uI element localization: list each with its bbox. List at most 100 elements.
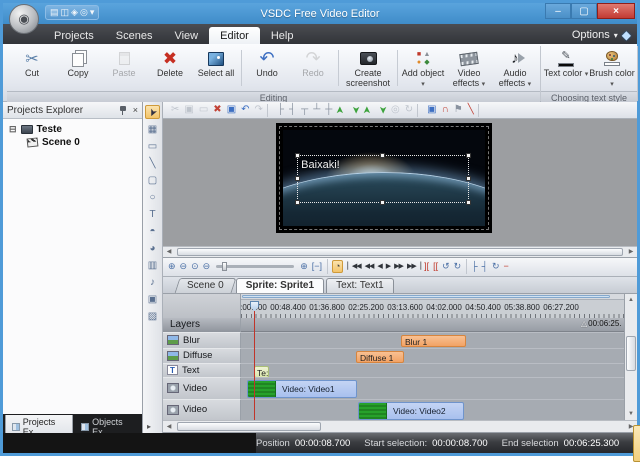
remove-layer-icon[interactable]: ┤ [482, 262, 488, 271]
layer-row-text[interactable]: T Text Te: [163, 363, 624, 377]
add-object-button[interactable]: ■ ▲ ● ◆ Add object ▾ [400, 47, 446, 89]
cut-button[interactable]: ✂ Cut [9, 47, 55, 89]
menu-projects[interactable]: Projects [43, 27, 105, 44]
scroll-left-icon[interactable]: ◀ [163, 248, 175, 255]
loop-forward-icon[interactable]: ↻ [454, 262, 462, 271]
create-screenshot-button[interactable]: Create screenshot [341, 47, 395, 89]
tab-sprite1[interactable]: Sprite: Sprite1 [236, 278, 324, 293]
selection-box[interactable] [297, 155, 469, 203]
layer-row-diffuse[interactable]: Diffuse Diffuse 1 [163, 348, 624, 363]
menu-help[interactable]: Help [260, 27, 305, 44]
copy-icon[interactable]: ▣ [184, 105, 193, 115]
clip-blur1[interactable]: Blur 1 [401, 335, 466, 347]
select-all-icon[interactable]: ▣ [227, 105, 236, 115]
handle-bottom-left[interactable] [295, 200, 300, 205]
end-selection-marker[interactable]: △ 00:06:25. [581, 319, 622, 328]
zoom-in-icon[interactable]: ⊕ [168, 262, 176, 271]
paste-icon[interactable]: ▭ [199, 105, 208, 115]
close-button[interactable]: × [597, 3, 635, 19]
align-top-icon[interactable]: ┬ [301, 105, 308, 115]
scroll-left-icon[interactable]: ◀ [163, 423, 175, 430]
maximize-button[interactable]: ▢ [571, 3, 597, 19]
minimize-button[interactable]: – [545, 3, 571, 19]
select-all-button[interactable]: Select all [193, 47, 239, 89]
align-center-icon[interactable]: ┼ [325, 105, 332, 115]
send-backward-icon[interactable]: ➤ [378, 105, 386, 115]
handle-bottom-center[interactable] [380, 200, 385, 205]
move-down-icon[interactable]: ➤ [351, 105, 359, 115]
insert-layer-icon[interactable]: ├ [471, 262, 477, 271]
timeline-zoom-slider[interactable] [216, 265, 294, 268]
zoom-out-icon[interactable]: ⊖ [180, 262, 188, 271]
brush-color-button[interactable]: Brush color ▾ [589, 47, 635, 89]
menu-scenes[interactable]: Scenes [105, 27, 164, 44]
magnet-icon[interactable]: ∩ [442, 105, 449, 115]
timeline-hscrollbar[interactable]: ◀ ▶ [163, 420, 637, 433]
tab-text1[interactable]: Text: Text1 [326, 278, 394, 293]
image-tool[interactable]: ▨ [145, 309, 160, 323]
qat-dropdown-icon[interactable]: ▾ [90, 7, 95, 18]
ruler-scrollbar[interactable] [241, 294, 624, 300]
layer-row-blur[interactable]: Blur Blur 1 [163, 332, 624, 348]
ellipse-tool[interactable]: ○ [145, 190, 160, 204]
scroll-up-icon[interactable]: ▲ [625, 294, 637, 306]
tree-node-scene[interactable]: Scene 0 [5, 136, 140, 149]
layer-icon[interactable]: ▣ [427, 105, 436, 115]
zoom-fit-icon[interactable]: [−] [312, 262, 322, 271]
redo-icon[interactable]: ↷ [255, 105, 263, 115]
app-logo-icon[interactable]: ◉ [9, 4, 39, 34]
zoom-slider-plus-icon[interactable]: ⊕ [300, 262, 308, 271]
tree-node-project[interactable]: ⊟ Teste [5, 123, 140, 136]
layer-row-video1[interactable]: Video Video: Video1 [163, 377, 624, 399]
line-tool[interactable]: ╲ [145, 156, 160, 170]
clip-video1[interactable]: Video: Video1 [247, 380, 357, 398]
zoom-slider-thumb[interactable] [222, 262, 227, 271]
align-left-icon[interactable]: ├ [277, 105, 284, 115]
loop-back-icon[interactable]: ↺ [442, 262, 450, 271]
step-forward-icon[interactable]: ▶ [386, 263, 390, 270]
layer-row-video2[interactable]: Video Video: Video2 [163, 399, 624, 421]
handle-bottom-right[interactable] [466, 200, 471, 205]
export-icon[interactable]: ◈ [71, 7, 78, 18]
timeline-ruler[interactable]: 00:00.000 00:48.400 01:36.800 02:25.200 … [241, 294, 624, 318]
preview-icon[interactable]: ◎ [80, 7, 88, 18]
new-project-icon[interactable]: ▤ [50, 7, 59, 18]
copy-button[interactable]: Copy [55, 47, 101, 89]
target-icon[interactable]: ◎ [391, 105, 400, 115]
sprite-tool[interactable]: ▦ [145, 122, 160, 136]
align-right-icon[interactable]: ┤ [289, 105, 296, 115]
video-effects-button[interactable]: Video effects ▾ [446, 47, 492, 89]
text-color-button[interactable]: ✎ Text color ▾ [543, 47, 589, 89]
preview-hscrollbar[interactable]: ◀ ▶ [163, 246, 637, 258]
handle-middle-right[interactable] [466, 176, 471, 181]
redo-button[interactable]: ↷ Redo [290, 47, 336, 89]
skip-to-start-icon[interactable]: ▏◀◀ [347, 263, 360, 270]
undo-icon[interactable]: ↶ [241, 105, 249, 115]
menu-editor[interactable]: Editor [209, 27, 260, 44]
selection-end-icon[interactable]: [[ [433, 262, 438, 271]
pin-icon[interactable] [119, 106, 127, 115]
audio-effects-button[interactable]: ♪ Audio effects ▾ [492, 47, 538, 89]
cursor-tool[interactable]: ➤ [145, 105, 160, 119]
rotate-icon[interactable]: ↻ [405, 105, 413, 115]
curve-editor-icon[interactable]: ↻ [492, 262, 500, 271]
time-display-toggle-icon[interactable]: ◔ [332, 260, 343, 273]
bring-forward-icon[interactable]: ➤ [364, 105, 372, 115]
audio-tool[interactable]: ♪ [145, 275, 160, 289]
zoom-slider-minus-icon[interactable]: ⊖ [203, 262, 211, 271]
fast-forward-icon[interactable]: ▶▶ [394, 263, 403, 270]
counter-tool[interactable]: ◕ [145, 241, 160, 255]
clip-diffuse1[interactable]: Diffuse 1 [356, 351, 404, 363]
scroll-down-icon[interactable]: ▼ [625, 408, 637, 420]
video-tool[interactable]: ▣ [145, 292, 160, 306]
selection-start-icon[interactable]: ][ [424, 262, 429, 271]
toolstrip-expand-icon[interactable]: ▸ [147, 422, 151, 431]
preview-canvas[interactable]: Baixaki! [163, 119, 637, 246]
clip-video2[interactable]: Video: Video2 [358, 402, 464, 420]
delete-button[interactable]: ✖ Delete [147, 47, 193, 89]
zoom-to-screen-button[interactable]: Zoom To Screen [633, 425, 640, 462]
paste-button[interactable]: Paste [101, 47, 147, 89]
tab-scene0[interactable]: Scene 0 [175, 278, 237, 293]
timeline-vscrollbar[interactable]: ▲ ▼ [624, 294, 637, 421]
scroll-thumb[interactable] [177, 422, 321, 431]
